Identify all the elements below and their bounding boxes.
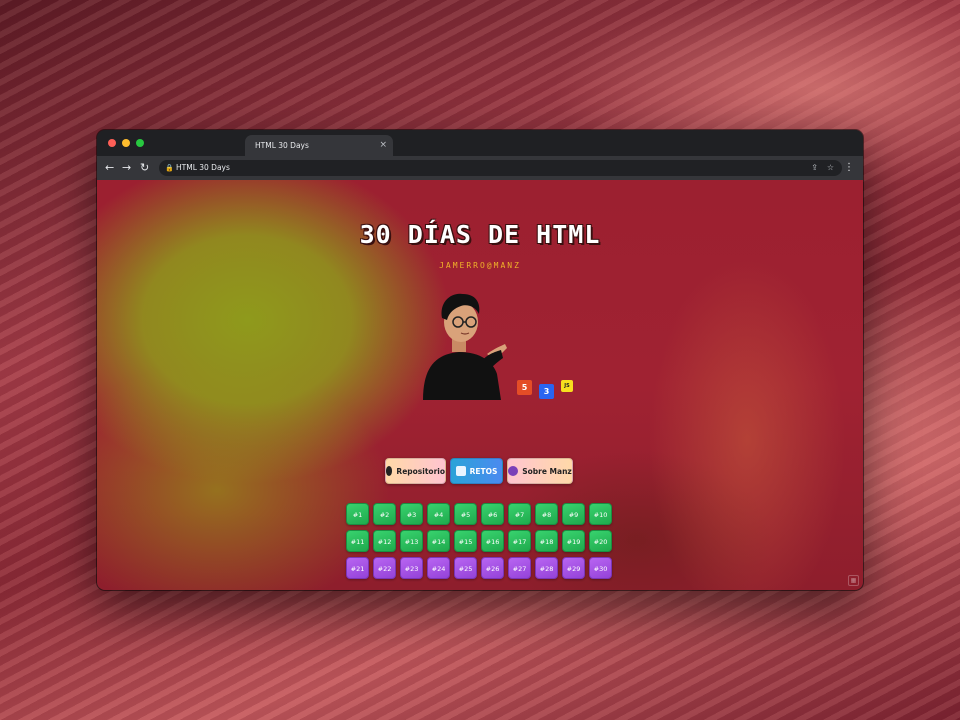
close-window-button[interactable]	[108, 139, 116, 147]
lock-icon: 🔒	[165, 164, 174, 172]
day-button-21[interactable]: #21	[346, 557, 369, 579]
bookmark-star-icon[interactable]: ☆	[827, 160, 834, 176]
github-icon	[386, 466, 393, 476]
day-button-9[interactable]: #9	[562, 503, 585, 525]
day-button-1[interactable]: #1	[346, 503, 369, 525]
page-viewport: 30 DÍAS DE HTML JAMERRO@MANZ 5 3 JS Repo…	[97, 180, 863, 590]
page-title: 30 DÍAS DE HTML	[359, 220, 601, 249]
day-button-14[interactable]: #14	[427, 530, 450, 552]
page-corner-icon[interactable]: ▦	[848, 575, 859, 586]
day-button-30[interactable]: #30	[589, 557, 612, 579]
address-bar-url[interactable]: HTML 30 Days	[176, 160, 230, 176]
day-button-13[interactable]: #13	[400, 530, 423, 552]
day-button-10[interactable]: #10	[589, 503, 612, 525]
day-button-27[interactable]: #27	[508, 557, 531, 579]
share-icon[interactable]: ⇪	[811, 160, 818, 176]
challenges-button[interactable]: RETOS	[450, 458, 503, 484]
day-button-12[interactable]: #12	[373, 530, 396, 552]
reload-icon[interactable]: ↻	[140, 156, 149, 180]
day-button-23[interactable]: #23	[400, 557, 423, 579]
repository-button[interactable]: Repositorio	[385, 458, 446, 484]
day-button-25[interactable]: #25	[454, 557, 477, 579]
browser-toolbar: ← → ↻ 🔒 HTML 30 Days ⇪ ☆ ⋮	[97, 156, 863, 181]
day-button-26[interactable]: #26	[481, 557, 504, 579]
day-button-20[interactable]: #20	[589, 530, 612, 552]
day-button-15[interactable]: #15	[454, 530, 477, 552]
day-button-28[interactable]: #28	[535, 557, 558, 579]
tab-close-icon[interactable]: ×	[379, 135, 387, 156]
author-avatar-illustration	[423, 293, 507, 400]
day-button-11[interactable]: #11	[346, 530, 369, 552]
about-manz-button[interactable]: Sobre Manz	[507, 458, 573, 484]
forward-arrow-icon[interactable]: →	[122, 156, 131, 180]
day-button-22[interactable]: #22	[373, 557, 396, 579]
javascript-icon: JS	[561, 380, 573, 392]
page-subtitle[interactable]: JAMERRO@MANZ	[97, 261, 863, 270]
repository-button-label: Repositorio	[396, 466, 445, 476]
tab-bar: HTML 30 Days ×	[97, 130, 863, 156]
back-arrow-icon[interactable]: ←	[105, 156, 114, 180]
css3-shield-icon	[455, 466, 466, 476]
day-button-29[interactable]: #29	[562, 557, 585, 579]
day-button-5[interactable]: #5	[454, 503, 477, 525]
html5-icon: 5	[517, 380, 532, 395]
day-button-6[interactable]: #6	[481, 503, 504, 525]
day-button-2[interactable]: #2	[373, 503, 396, 525]
day-button-16[interactable]: #16	[481, 530, 504, 552]
day-button-3[interactable]: #3	[400, 503, 423, 525]
day-button-8[interactable]: #8	[535, 503, 558, 525]
zoom-window-button[interactable]	[136, 139, 144, 147]
manz-avatar-icon	[508, 466, 519, 476]
minimize-window-button[interactable]	[122, 139, 130, 147]
browser-window: HTML 30 Days × ← → ↻ 🔒 HTML 30 Days ⇪ ☆ …	[97, 130, 863, 590]
about-manz-button-label: Sobre Manz	[522, 466, 572, 476]
css3-icon: 3	[539, 384, 554, 399]
day-button-7[interactable]: #7	[508, 503, 531, 525]
day-button-17[interactable]: #17	[508, 530, 531, 552]
day-button-19[interactable]: #19	[562, 530, 585, 552]
address-bar[interactable]: 🔒 HTML 30 Days ⇪ ☆	[159, 160, 842, 176]
day-button-18[interactable]: #18	[535, 530, 558, 552]
day-button-4[interactable]: #4	[427, 503, 450, 525]
tab-active[interactable]: HTML 30 Days ×	[245, 135, 393, 156]
traffic-lights	[108, 139, 144, 147]
browser-menu-icon[interactable]: ⋮	[844, 156, 854, 180]
day-button-24[interactable]: #24	[427, 557, 450, 579]
tab-title: HTML 30 Days	[255, 141, 309, 150]
challenges-button-label: RETOS	[469, 466, 498, 476]
